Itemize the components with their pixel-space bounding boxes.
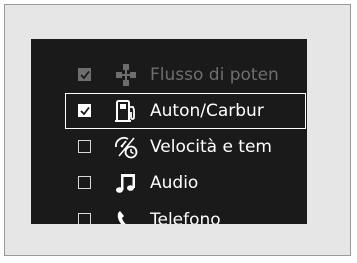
speed-time-icon [113,134,139,160]
menu-item-label: Flusso di poten [150,65,279,85]
menu-item-label: Telefono [150,210,221,224]
menu-item-phone[interactable]: Telefono [31,202,307,224]
screenshot-frame: Flusso di poten Auton/Carbur Velocità e … [4,4,351,256]
display-screen: Flusso di poten Auton/Carbur Velocità e … [31,39,307,224]
menu-item-audio[interactable]: Audio [31,165,307,201]
menu-item-label: Audio [150,173,199,193]
menu-item-range-fuel[interactable]: Auton/Carbur [31,93,307,129]
menu-item-label: Auton/Carbur [150,101,264,121]
music-note-icon [113,170,139,196]
checkbox[interactable] [78,104,91,117]
checkbox[interactable] [78,176,91,189]
phone-icon [113,207,139,224]
menu-item-speed-time[interactable]: Velocità e tem [31,129,307,165]
fuel-pump-icon [113,98,139,124]
checkbox[interactable] [78,68,91,81]
power-flow-icon [113,62,139,88]
checkbox[interactable] [78,140,91,153]
menu-item-power-flow[interactable]: Flusso di poten [31,57,307,93]
checkbox[interactable] [78,213,91,224]
menu-item-label: Velocità e tem [150,137,272,157]
